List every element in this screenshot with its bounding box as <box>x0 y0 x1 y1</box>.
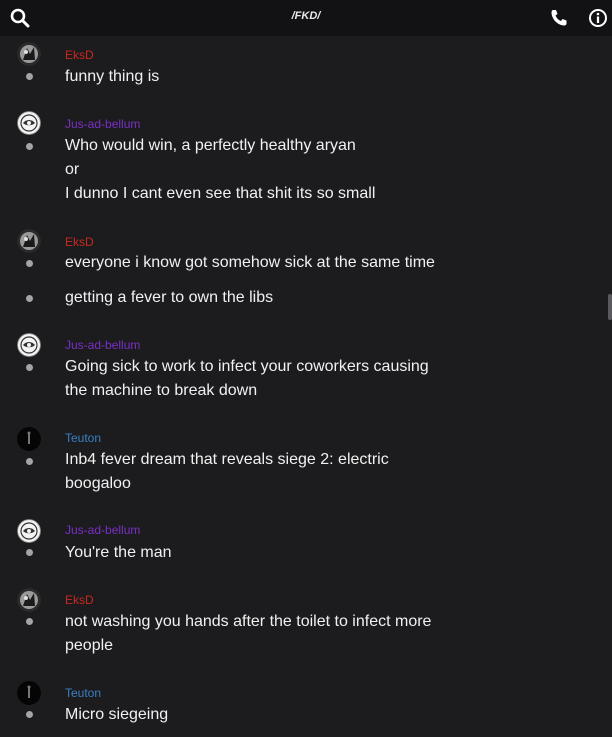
status-dot <box>26 364 33 371</box>
info-icon[interactable] <box>588 8 608 28</box>
message-text: the machine to break down <box>65 382 258 399</box>
scrollbar[interactable] <box>608 294 612 320</box>
avatar[interactable] <box>17 111 41 135</box>
message-author[interactable]: Teuton <box>65 431 101 445</box>
message-text: or <box>65 161 80 178</box>
message-text: not washing you hands after the toilet t… <box>65 613 432 630</box>
message-author[interactable]: Jus-ad-bellum <box>65 338 140 352</box>
status-dot <box>26 73 33 80</box>
avatar[interactable] <box>17 588 41 612</box>
channel-title: /FKD/ <box>291 10 321 22</box>
avatar[interactable] <box>17 427 41 451</box>
message-author[interactable]: Jus-ad-bellum <box>65 523 140 537</box>
message-text: Inb4 fever dream that reveals siege 2: e… <box>65 451 389 468</box>
avatar[interactable] <box>17 519 41 543</box>
message-text: getting a fever to own the libs <box>65 289 274 306</box>
message-text: boogaloo <box>65 475 131 492</box>
status-dot <box>26 295 33 302</box>
avatar[interactable] <box>17 681 41 705</box>
status-dot <box>26 458 33 465</box>
message-feed[interactable]: EksD funny thing is Jus-ad-bellum Who wo… <box>0 36 612 737</box>
message-author[interactable]: Jus-ad-bellum <box>65 117 140 131</box>
message-text: I dunno I cant even see that shit its so… <box>65 185 376 202</box>
avatar[interactable] <box>17 333 41 357</box>
message-text: everyone i know got somehow sick at the … <box>65 254 435 271</box>
top-bar: /FKD/ <box>0 0 612 36</box>
message-author[interactable]: EksD <box>65 48 94 62</box>
status-dot <box>26 711 33 718</box>
status-dot <box>26 549 33 556</box>
message-text: Who would win, a perfectly healthy aryan <box>65 137 356 154</box>
status-dot <box>26 143 33 150</box>
message-author[interactable]: EksD <box>65 235 94 249</box>
avatar[interactable] <box>17 42 41 66</box>
avatar[interactable] <box>17 229 41 253</box>
message-text: Micro siegeing <box>65 706 169 723</box>
message-text: Going sick to work to infect your cowork… <box>65 358 429 375</box>
message-text: people <box>65 637 114 654</box>
message-author[interactable]: Teuton <box>65 686 101 700</box>
message-author[interactable]: EksD <box>65 593 94 607</box>
phone-icon[interactable] <box>549 8 569 28</box>
status-dot <box>26 618 33 625</box>
status-dot <box>26 260 33 267</box>
message-text: funny thing is <box>65 68 160 85</box>
message-text: You're the man <box>65 544 172 561</box>
